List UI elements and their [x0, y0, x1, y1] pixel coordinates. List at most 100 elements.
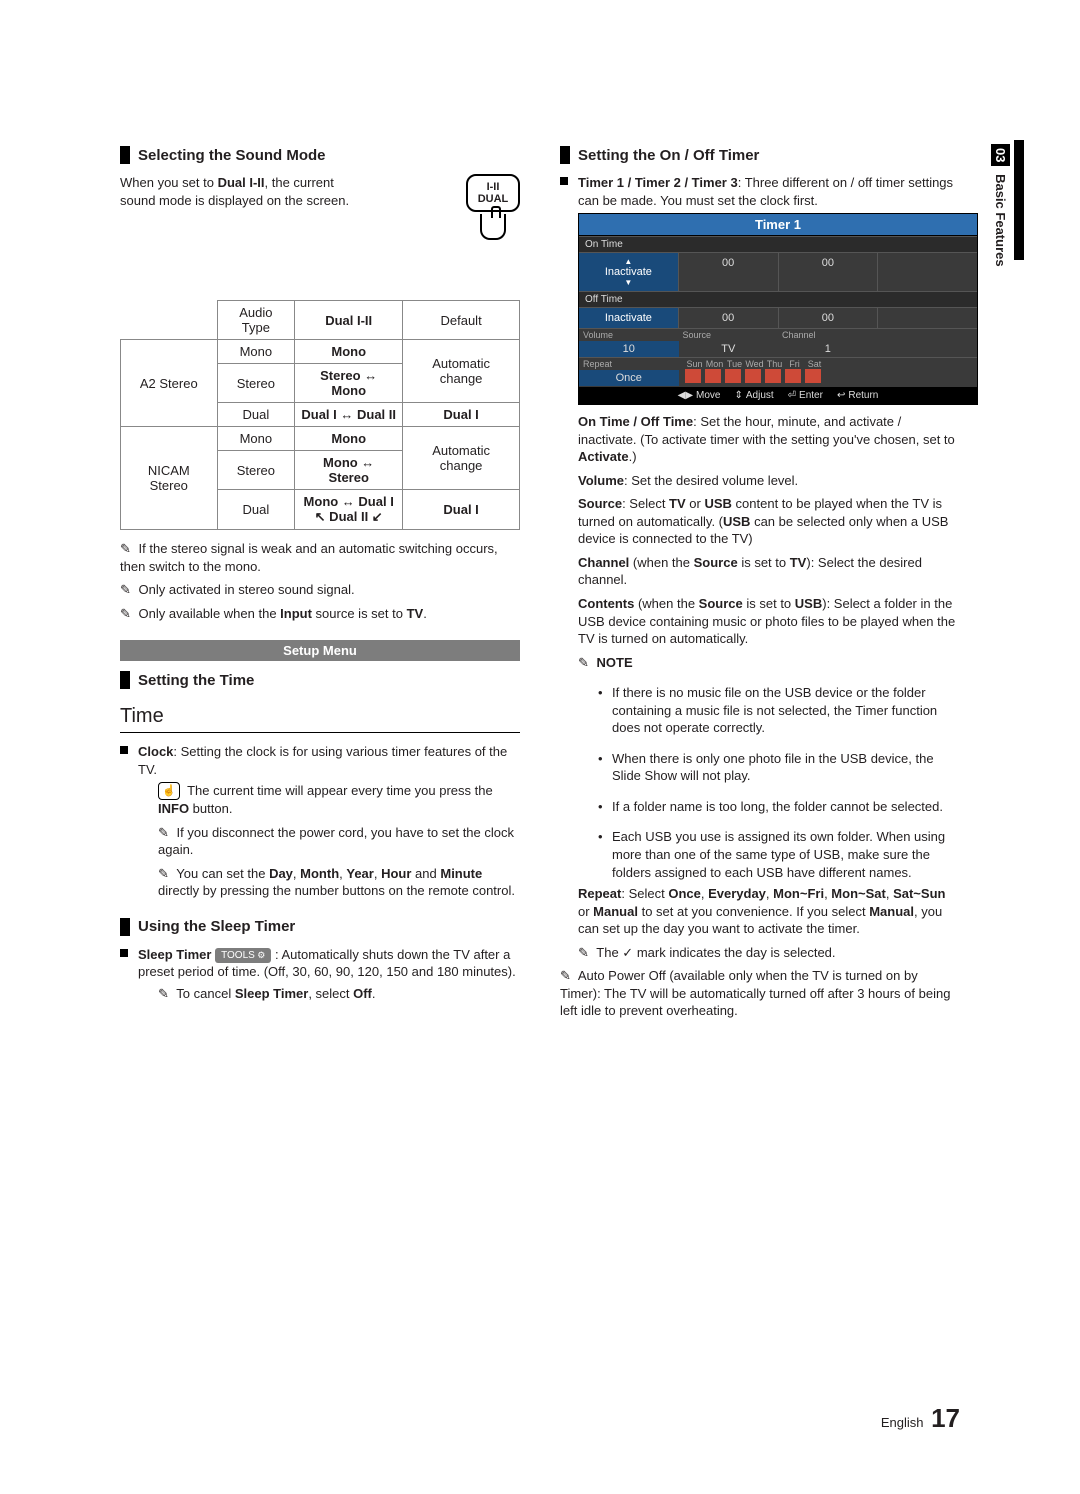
day-wed: Wed	[745, 359, 765, 369]
day-mon: Mon	[705, 359, 725, 369]
pencil-icon	[560, 967, 571, 985]
page-footer: English 17	[881, 1403, 960, 1434]
footer-lang: English	[881, 1415, 924, 1430]
heading-text: Selecting the Sound Mode	[138, 147, 326, 164]
off-time-hour[interactable]: 00	[679, 308, 779, 328]
enter-hint: Enter	[788, 390, 823, 401]
pencil-icon	[158, 865, 169, 883]
day-thu: Thu	[765, 359, 785, 369]
repeat-para: Repeat: Select Once, Everyday, Mon~Fri, …	[578, 885, 960, 938]
repeat-label: Repeat	[579, 358, 679, 370]
note-heading: NOTE	[578, 654, 960, 672]
setting-time-heading: Setting the Time	[120, 671, 520, 689]
day-tue: Tue	[725, 359, 745, 369]
on-off-time-para: On Time / Off Time: Set the hour, minute…	[578, 413, 960, 466]
heading-text: Using the Sleep Timer	[138, 918, 295, 935]
sound-note-1: If the stereo signal is weak and an auto…	[120, 540, 520, 575]
side-progress-bar	[1014, 140, 1024, 260]
hand-press-icon	[480, 214, 506, 240]
repeat-value[interactable]: Once	[579, 370, 679, 386]
note-item: If there is no music file on the USB dev…	[598, 684, 960, 737]
col-default: Default	[403, 301, 520, 340]
clock-item: Clock: Setting the clock is for using va…	[120, 743, 520, 778]
channel-para: Channel (when the Source is set to TV): …	[578, 554, 960, 589]
tools-pill: TOOLS	[215, 948, 271, 964]
dual-btn-line2: DUAL	[478, 193, 509, 205]
source-label: Source	[679, 329, 779, 341]
pencil-icon	[120, 605, 131, 623]
off-time-activate[interactable]: Inactivate	[579, 308, 679, 328]
dual-btn-line1: I-II	[487, 181, 500, 193]
on-time-label: On Time	[585, 239, 623, 250]
dual-button-icon: I-II DUAL	[466, 174, 520, 240]
info-icon	[158, 782, 180, 800]
day-box[interactable]	[705, 369, 721, 383]
note-item: Each USB you use is assigned its own fol…	[598, 828, 960, 881]
sound-mode-table: Audio Type Dual I-II Default A2 Stereo M…	[120, 300, 520, 530]
timer-panel-footer: Move Adjust Enter Return	[579, 387, 977, 404]
off-time-min[interactable]: 00	[779, 308, 879, 328]
on-time-hour[interactable]: 00	[679, 253, 779, 291]
note-item: When there is only one photo file in the…	[598, 750, 960, 785]
pencil-icon	[158, 824, 169, 842]
chapter-title: Basic Features	[993, 174, 1008, 267]
chapter-number: 03	[991, 144, 1010, 166]
channel-value[interactable]: 1	[778, 341, 878, 357]
sleep-timer-heading: Using the Sleep Timer	[120, 918, 520, 936]
check-note: The ✓ mark indicates the day is selected…	[578, 944, 960, 962]
time-title: Time	[120, 705, 520, 733]
col-audio-type: Audio Type	[217, 301, 295, 340]
col-dual: Dual I-II	[325, 313, 372, 328]
day-box[interactable]	[745, 369, 761, 383]
channel-label: Channel	[778, 329, 878, 341]
right-column: Setting the On / Off Timer Timer 1 / Tim…	[560, 140, 960, 1026]
contents-para: Contents (when the Source is set to USB)…	[578, 595, 960, 648]
day-sun: Sun	[685, 359, 705, 369]
auto-power-off-note: Auto Power Off (available only when the …	[560, 967, 960, 1020]
off-time-label: Off Time	[585, 294, 623, 305]
timer1-panel: Timer 1 On Time ▲ Inactivate ▼ 00 00 Off…	[578, 213, 978, 405]
sound-note-3: Only available when the Input source is …	[120, 605, 520, 623]
day-fri: Fri	[785, 359, 805, 369]
pencil-icon	[578, 944, 589, 962]
timer-panel-title: Timer 1	[579, 214, 977, 236]
source-para: Source: Select TV or USB content to be p…	[578, 495, 960, 548]
day-sat: Sat	[805, 359, 825, 369]
adjust-hint: Adjust	[734, 390, 773, 401]
sound-note-2: Only activated in stereo sound signal.	[120, 581, 520, 599]
source-value[interactable]: TV	[679, 341, 779, 357]
selecting-sound-mode-heading: Selecting the Sound Mode	[120, 146, 520, 164]
volume-label: Volume	[579, 329, 679, 341]
side-tab: 03 Basic Features	[989, 140, 1012, 271]
manual-page: 03 Basic Features Selecting the Sound Mo…	[0, 0, 1080, 1494]
day-box[interactable]	[805, 369, 821, 383]
clock-note-2: You can set the Day, Month, Year, Hour a…	[158, 865, 520, 900]
clock-info: The current time will appear every time …	[158, 782, 520, 817]
day-box[interactable]	[685, 369, 701, 383]
heading-text: Setting the Time	[138, 672, 254, 689]
left-column: Selecting the Sound Mode I-II DUAL When …	[120, 140, 520, 1026]
row-group-nicam: NICAM Stereo	[121, 427, 218, 530]
clock-note-1: If you disconnect the power cord, you ha…	[158, 824, 520, 859]
move-hint: Move	[678, 390, 721, 401]
volume-value[interactable]: 10	[579, 341, 679, 357]
day-box[interactable]	[785, 369, 801, 383]
page-number: 17	[931, 1403, 960, 1433]
day-box[interactable]	[765, 369, 781, 383]
return-hint: Return	[837, 390, 878, 401]
pencil-icon	[158, 985, 169, 1003]
heading-text: Setting the On / Off Timer	[578, 147, 759, 164]
row-group-a2: A2 Stereo	[121, 340, 218, 427]
pencil-icon	[120, 540, 131, 558]
pencil-icon	[578, 654, 589, 672]
on-off-timer-heading: Setting the On / Off Timer	[560, 146, 960, 164]
pencil-icon	[120, 581, 131, 599]
setup-menu-bar: Setup Menu	[120, 640, 520, 661]
day-box[interactable]	[725, 369, 741, 383]
on-time-activate[interactable]: ▲ Inactivate ▼	[579, 253, 679, 291]
volume-para: Volume: Set the desired volume level.	[578, 472, 960, 490]
sleep-timer-item: Sleep Timer TOOLS : Automatically shuts …	[120, 946, 520, 981]
timer-lead: Timer 1 / Timer 2 / Timer 3: Three diffe…	[560, 174, 960, 209]
on-time-min[interactable]: 00	[779, 253, 879, 291]
sound-mode-paragraph: When you set to Dual I-II, the current s…	[120, 174, 370, 209]
